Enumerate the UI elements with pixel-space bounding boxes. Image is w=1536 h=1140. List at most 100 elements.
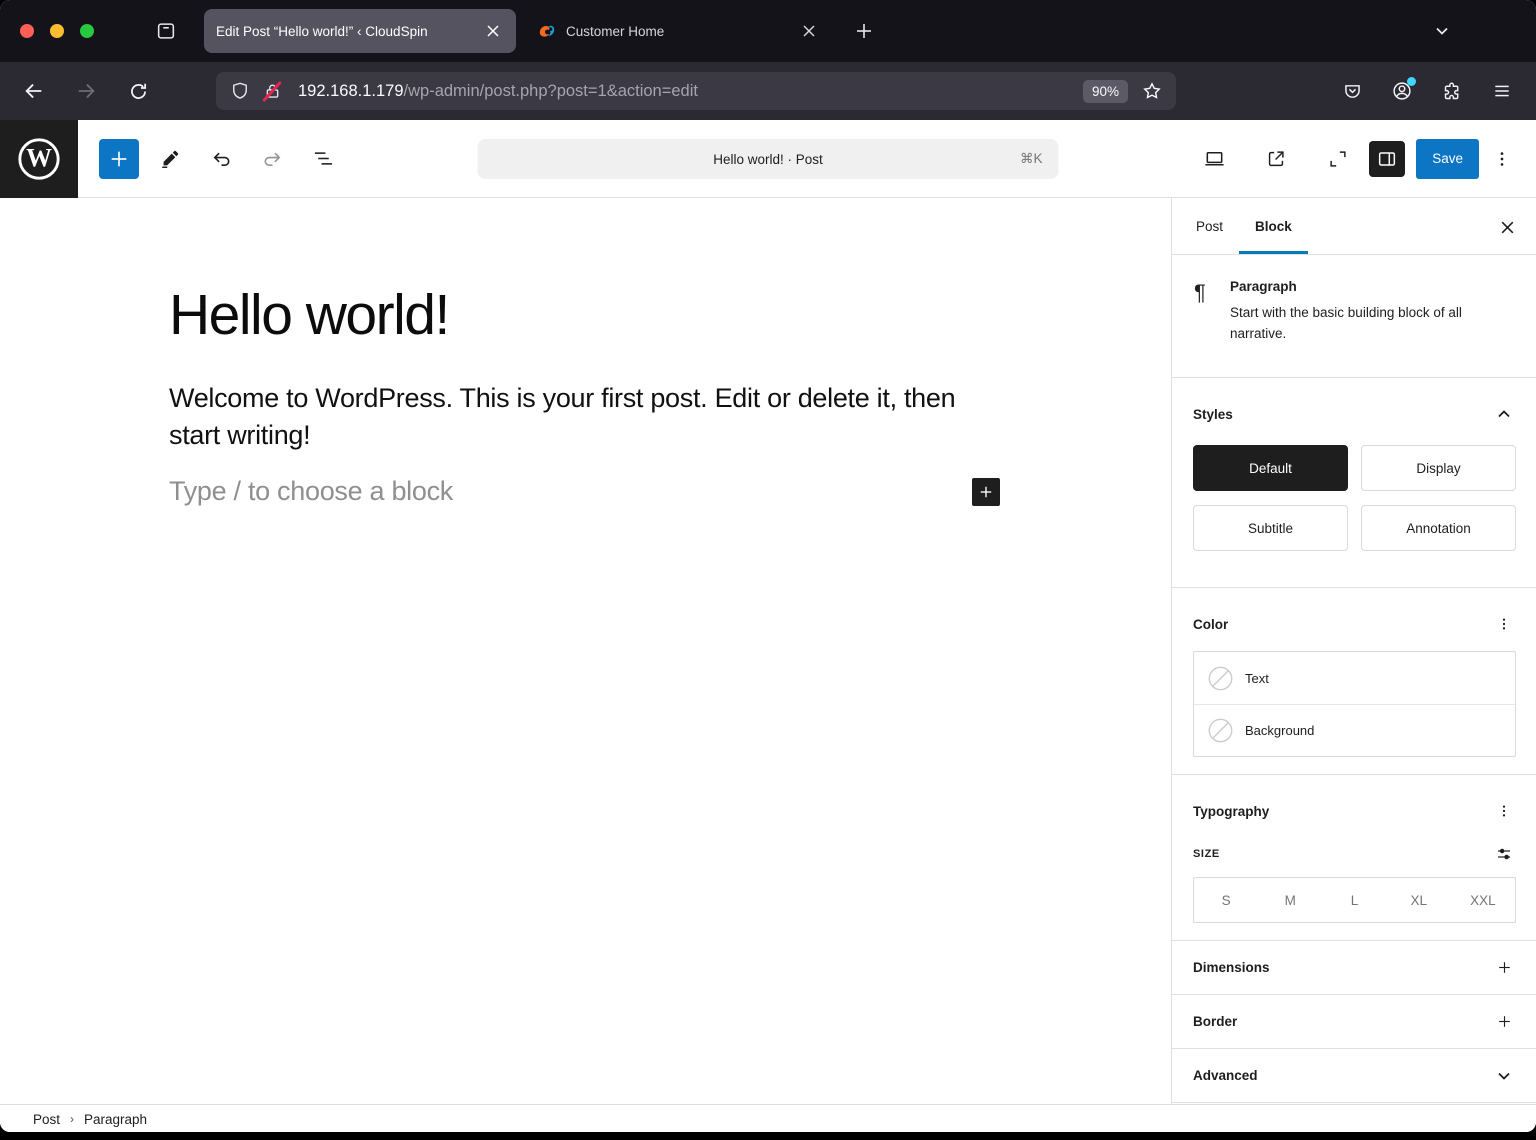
sidebar-tabs: Post Block: [1172, 198, 1536, 255]
window-controls: [20, 24, 94, 38]
color-settings-box: Text Background: [1193, 651, 1516, 757]
toolbar-right-icons: [1334, 73, 1520, 109]
no-color-swatch-icon: [1208, 718, 1233, 743]
browser-tab-customer-home[interactable]: Customer Home: [526, 9, 832, 53]
editor-canvas[interactable]: Hello world! Welcome to WordPress. This …: [0, 198, 1171, 1104]
background-color-row[interactable]: Background: [1194, 704, 1515, 756]
reload-icon[interactable]: [120, 73, 156, 109]
close-icon[interactable]: [482, 20, 504, 42]
font-size-m[interactable]: M: [1258, 878, 1322, 922]
dimensions-panel[interactable]: Dimensions: [1172, 941, 1536, 995]
settings-sidebar-toggle-button[interactable]: [1369, 141, 1405, 177]
add-block-button[interactable]: [972, 478, 1000, 506]
style-option-display[interactable]: Display: [1361, 445, 1516, 491]
block-description: Start with the basic building block of a…: [1230, 303, 1462, 345]
breadcrumb-paragraph[interactable]: Paragraph: [84, 1112, 147, 1127]
tab-title: Customer Home: [566, 24, 798, 39]
plus-icon[interactable]: [1492, 956, 1516, 980]
tab-block[interactable]: Block: [1239, 198, 1308, 254]
tab-post[interactable]: Post: [1180, 198, 1239, 254]
undo-icon[interactable]: [201, 139, 241, 179]
paragraph-block[interactable]: Welcome to WordPress. This is your first…: [169, 380, 969, 454]
url-path: /wp-admin/post.php?post=1&action=edit: [404, 82, 698, 100]
browser-window: Edit Post “Hello world!” ‹ CloudSpin Cus…: [0, 0, 1536, 1132]
editor-body: Hello world! Welcome to WordPress. This …: [0, 198, 1536, 1104]
typography-title: Typography: [1193, 804, 1269, 819]
document-title-button[interactable]: Hello world! · Post ⌘K: [478, 139, 1059, 179]
forward-icon[interactable]: [68, 73, 104, 109]
breadcrumb-separator: ›: [70, 1112, 74, 1126]
tracking-protection-shield-icon[interactable]: [226, 77, 254, 105]
insecure-lock-icon[interactable]: [258, 77, 286, 105]
page-zoom-badge[interactable]: 90%: [1083, 80, 1128, 103]
view-devices-icon[interactable]: [1194, 139, 1234, 179]
style-options: Default Display Subtitle Annotation: [1193, 445, 1516, 551]
save-button[interactable]: Save: [1416, 139, 1479, 179]
paragraph-pilcrow-icon: ¶: [1194, 279, 1230, 377]
close-sidebar-icon[interactable]: [1492, 212, 1522, 242]
chevron-down-icon[interactable]: [1492, 1064, 1516, 1088]
typography-options-kebab-icon[interactable]: [1492, 799, 1516, 823]
style-option-annotation[interactable]: Annotation: [1361, 505, 1516, 551]
url-bar[interactable]: 192.168.1.179/wp-admin/post.php?post=1&a…: [216, 72, 1176, 110]
no-color-swatch-icon: [1208, 666, 1233, 691]
empty-block-row: Type / to choose a block: [169, 476, 1000, 507]
block-inserter-toggle-button[interactable]: [99, 139, 139, 179]
styles-title: Styles: [1193, 407, 1233, 422]
new-tab-button[interactable]: [846, 13, 882, 49]
color-options-kebab-icon[interactable]: [1492, 612, 1516, 636]
tools-pencil-icon[interactable]: [150, 139, 190, 179]
redo-icon[interactable]: [252, 139, 292, 179]
close-icon[interactable]: [798, 20, 820, 42]
chevron-up-icon[interactable]: [1492, 402, 1516, 426]
document-overview-list-icon[interactable]: [303, 139, 343, 179]
zoom-window-button[interactable]: [80, 24, 94, 38]
tab-title-fade: [442, 9, 484, 53]
text-color-label: Text: [1245, 671, 1269, 686]
block-breadcrumb-bar: Post › Paragraph: [0, 1104, 1536, 1132]
minimize-window-button[interactable]: [50, 24, 64, 38]
close-window-button[interactable]: [20, 24, 34, 38]
pocket-icon[interactable]: [1334, 73, 1370, 109]
back-icon[interactable]: [16, 73, 52, 109]
menu-hamburger-icon[interactable]: [1484, 73, 1520, 109]
block-placeholder[interactable]: Type / to choose a block: [169, 476, 453, 507]
browser-tab-edit-post[interactable]: Edit Post “Hello world!” ‹ CloudSpin: [204, 9, 516, 53]
url-host: 192.168.1.179: [298, 82, 404, 100]
style-option-default[interactable]: Default: [1193, 445, 1348, 491]
font-size-xl[interactable]: XL: [1387, 878, 1451, 922]
typography-section: Typography SIZE S M L XL XXL: [1172, 775, 1536, 941]
tab-strip: Edit Post “Hello world!” ‹ CloudSpin Cus…: [0, 0, 1536, 62]
font-size-s[interactable]: S: [1194, 878, 1258, 922]
preview-external-link-icon[interactable]: [1256, 139, 1296, 179]
post-title-field[interactable]: Hello world!: [169, 282, 449, 348]
navigation-toolbar: 192.168.1.179/wp-admin/post.php?post=1&a…: [0, 62, 1536, 120]
editor-topbar: W Hello world! · Post ⌘K: [0, 120, 1536, 198]
list-all-tabs-chevron-icon[interactable]: [1424, 13, 1460, 49]
color-section: Color Text: [1172, 588, 1536, 775]
settings-sidebar: Post Block ¶ Paragraph Start with the ba…: [1171, 198, 1536, 1104]
wordpress-logo[interactable]: W: [0, 120, 78, 198]
account-notification-dot: [1407, 77, 1416, 86]
bookmark-star-icon[interactable]: [1138, 77, 1166, 105]
style-option-subtitle[interactable]: Subtitle: [1193, 505, 1348, 551]
extensions-puzzle-icon[interactable]: [1434, 73, 1470, 109]
background-color-label: Background: [1245, 723, 1314, 738]
size-label: SIZE: [1193, 848, 1220, 860]
options-kebab-icon[interactable]: [1490, 141, 1514, 177]
plus-icon[interactable]: [1492, 1010, 1516, 1034]
block-info-card: ¶ Paragraph Start with the basic buildin…: [1172, 255, 1536, 378]
block-name: Paragraph: [1230, 279, 1462, 294]
breadcrumb-post[interactable]: Post: [33, 1112, 60, 1127]
font-size-l[interactable]: L: [1322, 878, 1386, 922]
wp-letter: W: [26, 143, 52, 172]
firefox-view-icon[interactable]: [146, 13, 186, 49]
border-panel[interactable]: Border: [1172, 995, 1536, 1049]
font-size-xxl[interactable]: XXL: [1451, 878, 1515, 922]
fullscreen-expand-icon[interactable]: [1318, 139, 1358, 179]
size-settings-sliders-icon[interactable]: [1492, 842, 1516, 866]
advanced-panel[interactable]: Advanced: [1172, 1049, 1536, 1103]
account-icon[interactable]: [1384, 73, 1420, 109]
cloudspin-favicon: [538, 22, 556, 40]
text-color-row[interactable]: Text: [1194, 652, 1515, 704]
